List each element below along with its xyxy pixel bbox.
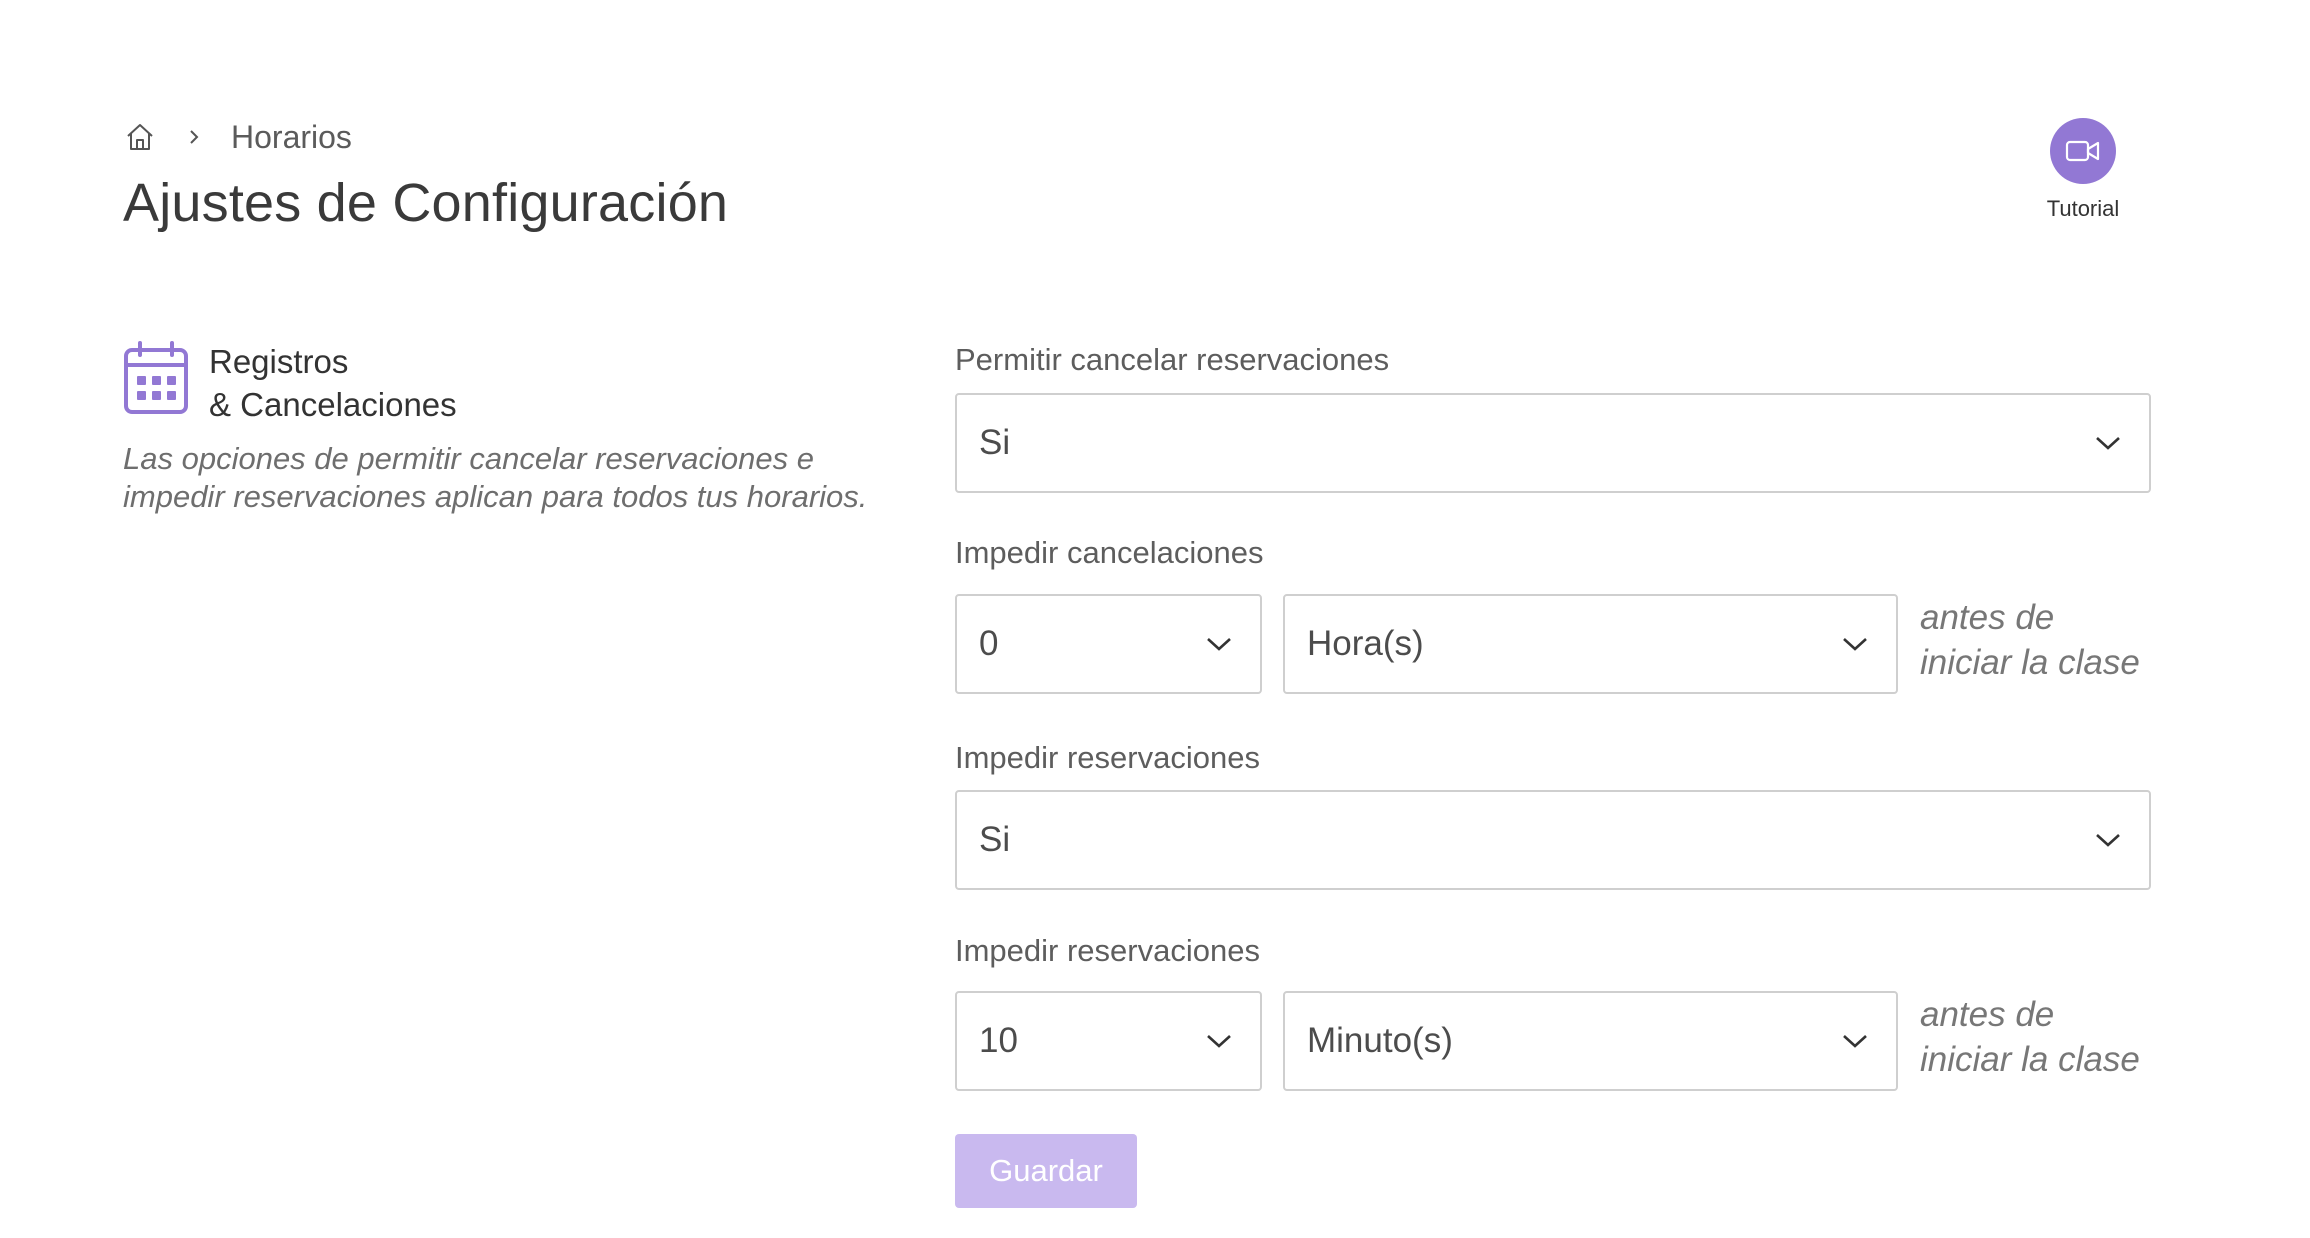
page-title: Ajustes de Configuración — [123, 173, 729, 233]
prevent-booking-unit-value: Minuto(s) — [1307, 1021, 1453, 1060]
suffix-line1: antes de — [1920, 995, 2055, 1034]
home-icon[interactable] — [123, 120, 157, 154]
suffix-line2: iniciar la clase — [1920, 1040, 2140, 1079]
section-description: Las opciones de permitir cancelar reserv… — [123, 441, 868, 514]
chevron-right-icon — [183, 126, 205, 148]
suffix-line2: iniciar la clase — [1920, 643, 2140, 682]
save-button[interactable]: Guardar — [955, 1134, 1137, 1208]
prevent-cancel-amount-value: 0 — [979, 624, 999, 663]
prevent-booking-time-label: Impedir reservaciones — [955, 933, 1260, 968]
prevent-booking-label: Impedir reservaciones — [955, 740, 1260, 775]
chevron-down-icon — [1840, 1026, 1870, 1056]
prevent-cancel-unit-select[interactable]: Hora(s) — [1283, 594, 1898, 694]
calendar-icon — [124, 341, 188, 414]
section-title-line2: & Cancelaciones — [209, 386, 457, 423]
prevent-cancel-unit-value: Hora(s) — [1307, 624, 1424, 663]
prevent-cancel-suffix: antes de iniciar la clase — [1920, 595, 2140, 685]
prevent-booking-amount-select[interactable]: 10 — [955, 991, 1262, 1091]
chevron-down-icon — [1840, 629, 1870, 659]
prevent-booking-value: Si — [979, 820, 1011, 859]
prevent-booking-suffix: antes de iniciar la clase — [1920, 992, 2140, 1082]
breadcrumb-current[interactable]: Horarios — [231, 119, 352, 156]
prevent-cancel-label: Impedir cancelaciones — [955, 535, 1264, 570]
allow-cancel-label: Permitir cancelar reservaciones — [955, 342, 1390, 377]
video-camera-icon — [2050, 118, 2116, 184]
chevron-down-icon — [1204, 629, 1234, 659]
breadcrumb: Horarios — [123, 117, 352, 157]
chevron-down-icon — [1204, 1026, 1234, 1056]
settings-page: Horarios Ajustes de Configuración Tutori… — [0, 0, 2310, 1238]
section-title: Registros & Cancelaciones — [209, 340, 457, 426]
chevron-down-icon — [2093, 428, 2123, 458]
chevron-down-icon — [2093, 825, 2123, 855]
section-header: Registros & Cancelaciones — [123, 340, 457, 426]
suffix-line1: antes de — [1920, 598, 2055, 637]
allow-cancel-select[interactable]: Si — [955, 393, 2151, 493]
section-title-line1: Registros — [209, 343, 349, 380]
prevent-booking-select[interactable]: Si — [955, 790, 2151, 890]
tutorial-label: Tutorial — [2046, 196, 2120, 221]
prevent-booking-amount-value: 10 — [979, 1021, 1018, 1060]
tutorial-button[interactable]: Tutorial — [2028, 118, 2138, 222]
prevent-cancel-amount-select[interactable]: 0 — [955, 594, 1262, 694]
allow-cancel-value: Si — [979, 423, 1011, 462]
prevent-booking-unit-select[interactable]: Minuto(s) — [1283, 991, 1898, 1091]
